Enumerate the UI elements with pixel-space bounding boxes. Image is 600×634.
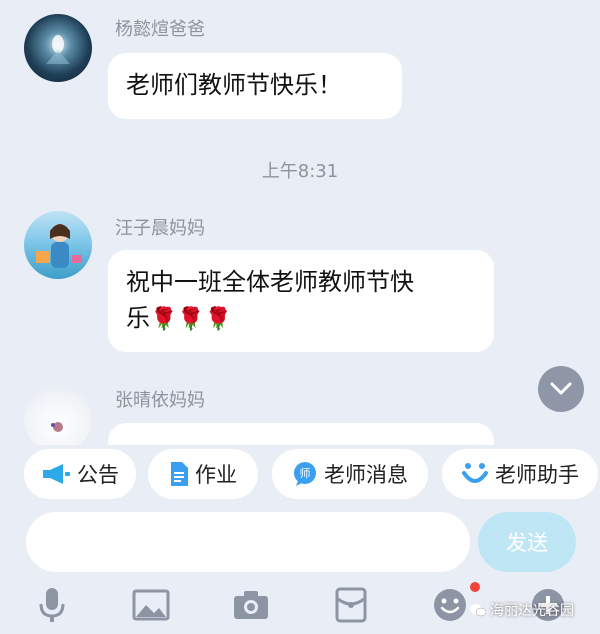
- avatar-image: [51, 422, 63, 432]
- wechat-icon: [470, 604, 486, 617]
- rose-emoji: 🌹🌹🌹: [150, 307, 233, 332]
- camera-icon: [234, 591, 268, 619]
- message-text-line: 祝中一班全体老师教师节快: [126, 268, 414, 296]
- message-input[interactable]: [26, 512, 470, 572]
- red-packet-button[interactable]: [329, 583, 373, 627]
- teacher-assistant-button[interactable]: 老师助手: [442, 449, 598, 499]
- message-text-line: 乐🌹🌹🌹: [126, 300, 476, 338]
- quick-action-bar: 公告 作业 师 老师消息 老师助手: [0, 445, 600, 503]
- avatar-image: [36, 224, 82, 268]
- microphone-icon: [39, 588, 65, 622]
- sender-name: 张晴依妈妈: [115, 390, 205, 411]
- image-button[interactable]: [129, 583, 173, 627]
- camera-button[interactable]: [229, 583, 273, 627]
- emoji-icon: [434, 589, 466, 621]
- chip-label: 老师助手: [495, 463, 579, 487]
- chip-label: 老师消息: [324, 463, 408, 487]
- message-bubble[interactable]: 祝中一班全体老师教师节快 乐🌹🌹🌹: [108, 250, 494, 352]
- send-button[interactable]: 发送: [478, 512, 576, 572]
- avatar[interactable]: [24, 385, 92, 445]
- scroll-to-bottom-button[interactable]: [538, 366, 584, 412]
- message-text: 乐: [126, 304, 150, 332]
- sender-name: 汪子晨妈妈: [115, 218, 205, 239]
- message-bubble[interactable]: 老师们教师节快乐！: [108, 53, 402, 119]
- red-packet-icon: [335, 587, 367, 623]
- document-icon: [171, 462, 188, 486]
- announcement-button[interactable]: 公告: [24, 449, 136, 499]
- chip-label: 作业: [195, 463, 237, 487]
- watermark: 海丽达光谷园: [470, 600, 574, 620]
- chevron-down-icon: [550, 382, 572, 395]
- chat-area[interactable]: 杨懿煊爸爸 老师们教师节快乐！ 上午8:31 汪子晨妈妈 祝中一班全体老师教师节…: [0, 0, 600, 445]
- image-icon: [132, 589, 170, 621]
- megaphone-icon: [43, 464, 70, 484]
- avatar[interactable]: [24, 211, 92, 279]
- message-bubble[interactable]: [108, 423, 494, 445]
- svg-text:师: 师: [300, 467, 311, 480]
- teacher-message-button[interactable]: 师 老师消息: [272, 449, 428, 499]
- composer: 发送: [0, 503, 600, 583]
- notification-badge: [470, 582, 480, 592]
- voice-button[interactable]: [30, 583, 74, 627]
- chip-label: 公告: [77, 463, 119, 487]
- assistant-icon: [462, 463, 488, 483]
- avatar[interactable]: [24, 14, 92, 82]
- avatar-image: [46, 35, 70, 64]
- sender-name: 杨懿煊爸爸: [115, 19, 205, 40]
- teacher-chat-icon: 师: [294, 462, 316, 486]
- homework-button[interactable]: 作业: [148, 449, 258, 499]
- watermark-text: 海丽达光谷园: [490, 603, 574, 619]
- timestamp: 上午8:31: [261, 161, 339, 182]
- emoji-button[interactable]: [428, 583, 472, 627]
